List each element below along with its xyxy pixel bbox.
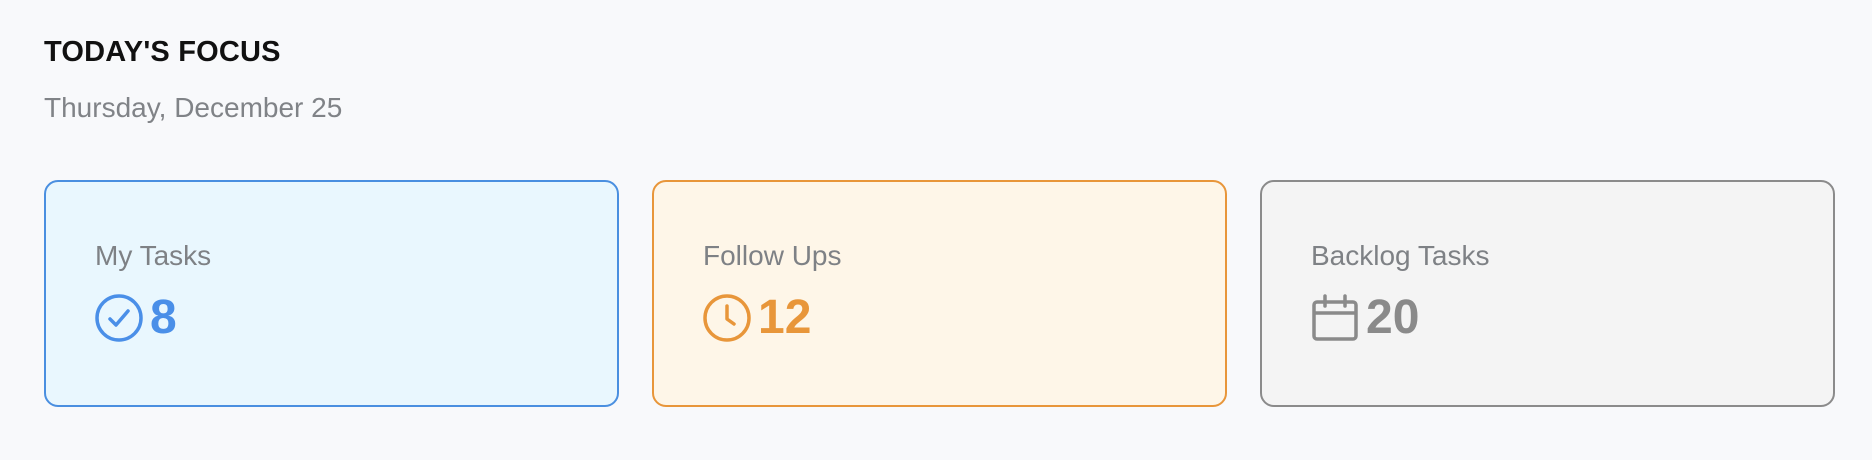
calendar-icon — [1310, 293, 1360, 343]
card-label: My Tasks — [95, 240, 212, 271]
date-subtitle: Thursday, December 25 — [44, 92, 343, 123]
backlog-tasks-card[interactable]: Backlog Tasks 20 — [1260, 180, 1835, 407]
card-count-row: 20 — [1310, 292, 1419, 344]
backlog-tasks-count: 20 — [1366, 291, 1420, 344]
follow-ups-count: 12 — [758, 291, 812, 344]
summary-cards: My Tasks 8 Follow Ups 12 Backlog Tasks 2… — [44, 180, 1835, 407]
section-title: TODAY'S FOCUS — [44, 36, 281, 68]
card-label: Backlog Tasks — [1311, 240, 1490, 271]
my-tasks-count: 8 — [150, 291, 177, 344]
my-tasks-card[interactable]: My Tasks 8 — [44, 180, 619, 407]
check-circle-icon — [94, 293, 144, 343]
card-label: Follow Ups — [703, 240, 842, 271]
todays-focus-panel: TODAY'S FOCUS Thursday, December 25 My T… — [44, 32, 1835, 407]
card-count-row: 12 — [702, 292, 811, 344]
follow-ups-card[interactable]: Follow Ups 12 — [652, 180, 1227, 407]
card-count-row: 8 — [94, 292, 177, 344]
clock-icon — [702, 293, 752, 343]
